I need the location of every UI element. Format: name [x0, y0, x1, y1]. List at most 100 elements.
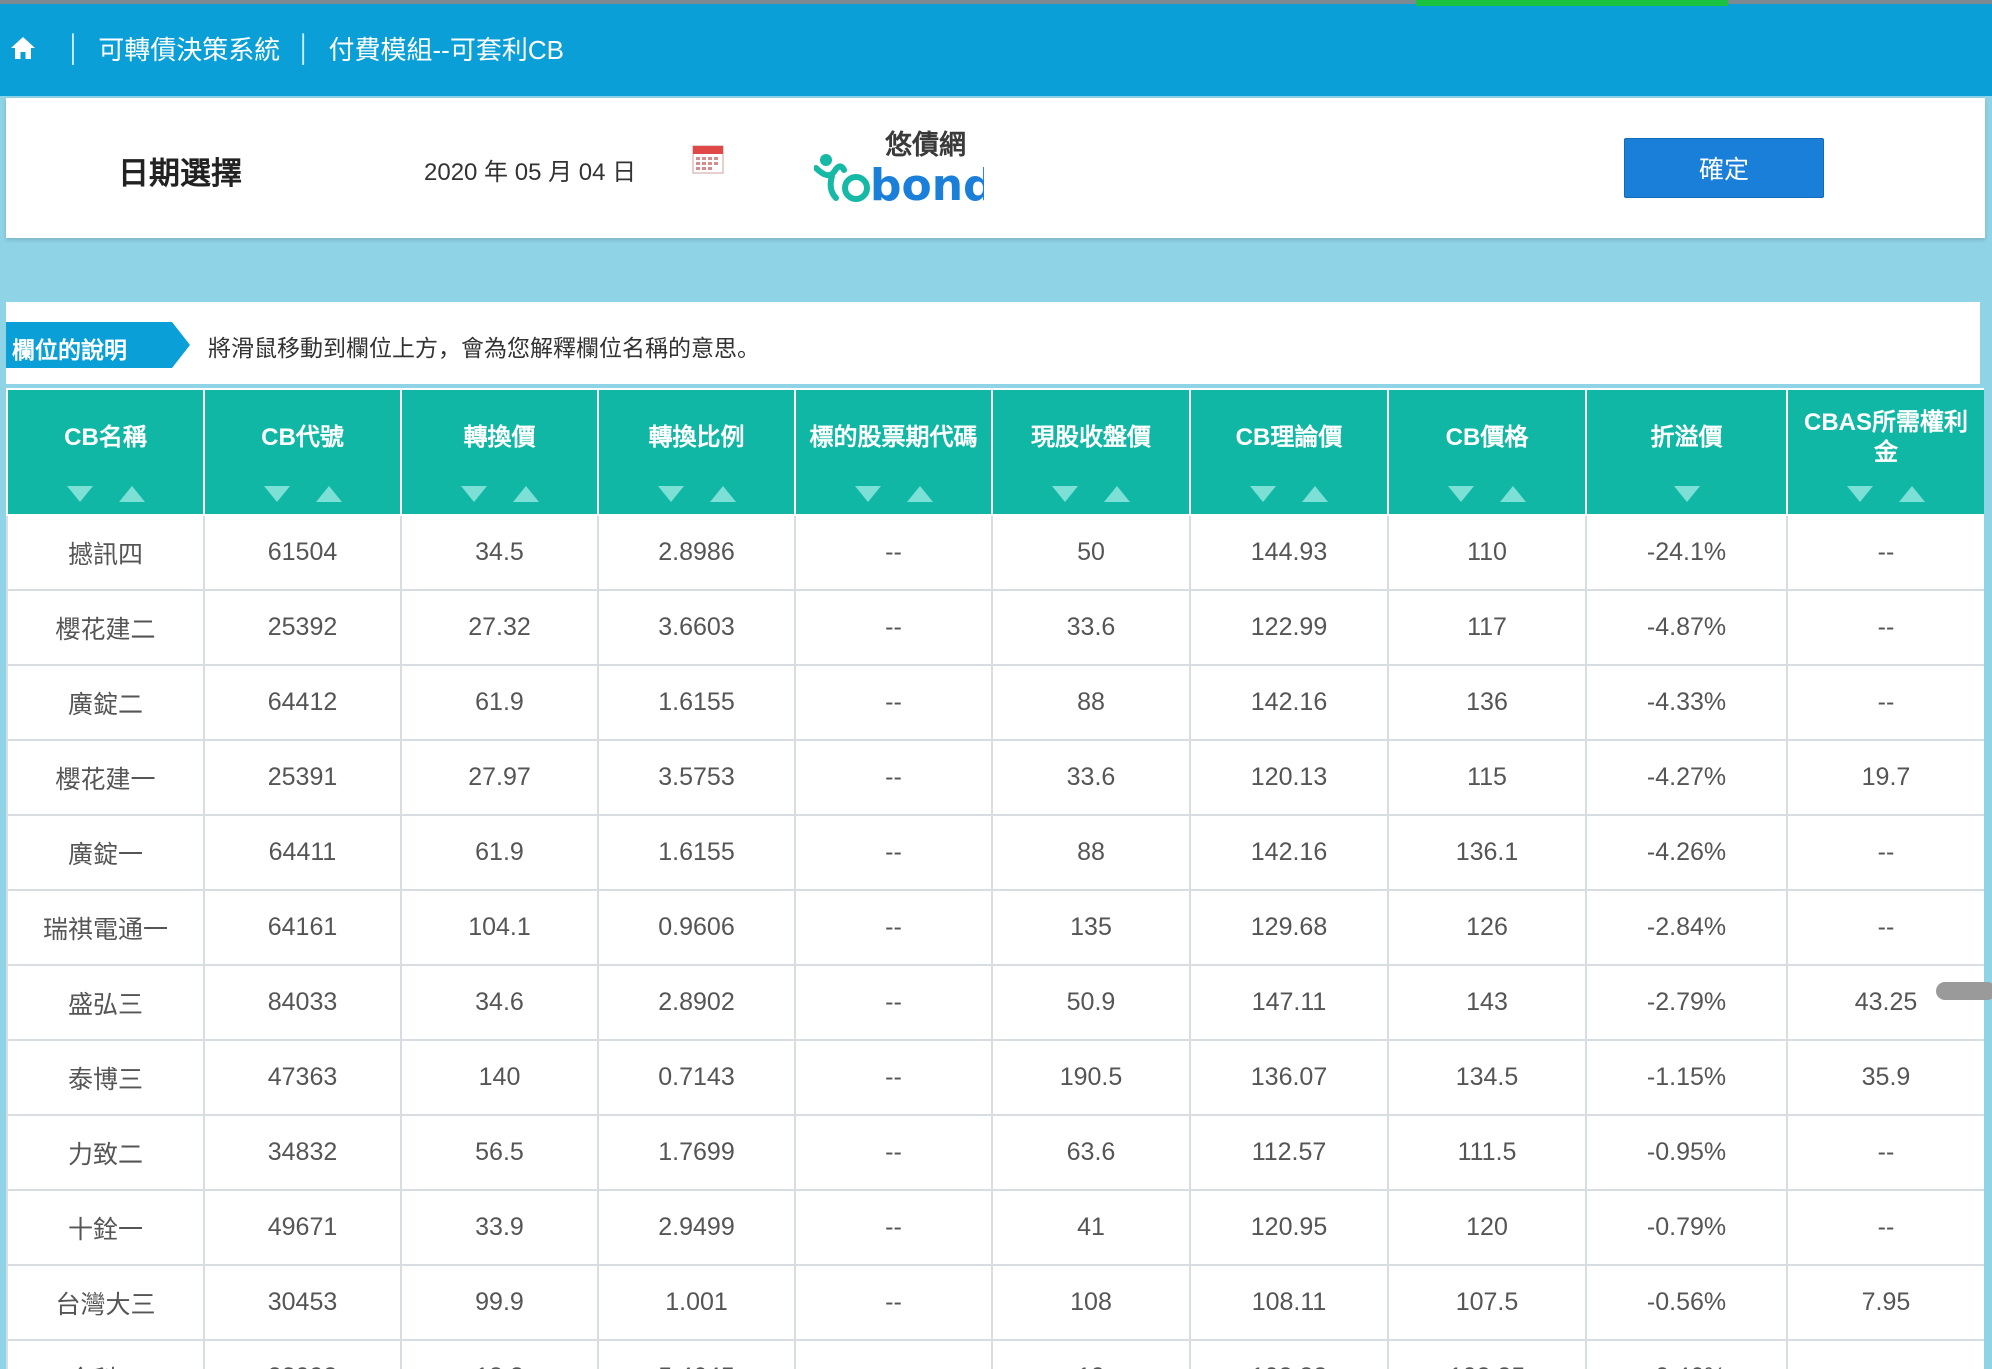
table-cell-stock-futures-code: -- — [794, 514, 993, 591]
field-description-tag: 欄位的說明 — [6, 322, 190, 368]
confirm-button[interactable]: 確定 — [1624, 138, 1824, 198]
calendar-icon[interactable] — [692, 144, 724, 174]
table-cell-conversion-price: 56.5 — [400, 1114, 599, 1191]
sort-descending-icon[interactable] — [1673, 486, 1700, 502]
table-cell-conversion-ratio: 2.8902 — [597, 964, 796, 1041]
table-cell-cb-theoretical-price: 144.93 — [1189, 514, 1389, 591]
sort-ascending-icon[interactable] — [709, 486, 736, 502]
table-cell-cb-code: 64411 — [203, 814, 402, 891]
sort-ascending-icon[interactable] — [1302, 486, 1328, 502]
breadcrumb-item-module[interactable]: 付費模組--可套利CB — [329, 30, 564, 67]
home-icon[interactable] — [6, 31, 40, 65]
table-cell-conversion-ratio: 5.4645 — [597, 1339, 796, 1369]
sort-descending-icon[interactable] — [460, 486, 487, 502]
table-cell-cbas-premium: -- — [1786, 514, 1984, 591]
table-row[interactable]: 台灣大三 30453 99.9 1.001 -- 108 108.11 107.5 -0.56%… — [6, 1264, 1984, 1341]
column-header-cb-price[interactable]: CB價格 — [1387, 388, 1587, 516]
table-cell-cbas-premium: -- — [1786, 664, 1984, 741]
table-cell-cb-theoretical-price: 136.07 — [1189, 1039, 1389, 1116]
column-header-label: 標的股票期代碼 — [809, 424, 978, 451]
table-row[interactable]: 盛弘三 84033 34.6 2.8902 -- 50.9 147.11 143 -2.79% 4… — [6, 964, 1984, 1041]
sort-descending-icon[interactable] — [657, 486, 684, 502]
column-header-premium[interactable]: 折溢價 — [1585, 388, 1788, 516]
sort-ascending-icon[interactable] — [1500, 486, 1526, 502]
sort-ascending-icon[interactable] — [512, 486, 539, 502]
table-cell-cb-name: 十銓一 — [6, 1189, 205, 1266]
sort-descending-icon[interactable] — [263, 486, 290, 502]
scrollbar-handle[interactable] — [1936, 982, 1992, 1000]
column-header-stock-futures-code[interactable]: 標的股票期代碼 — [794, 388, 993, 516]
sort-descending-icon[interactable] — [1052, 486, 1078, 502]
column-header-conversion-ratio[interactable]: 轉換比例 — [597, 388, 796, 516]
sort-descending-icon[interactable] — [1847, 486, 1873, 502]
column-header-stock-close-price[interactable]: 現股收盤價 — [991, 388, 1191, 516]
table-row[interactable]: 全科三3209318.35.4645--19103.83103.35-0.46%… — [6, 1339, 1984, 1369]
column-header-cb-name[interactable]: CB名稱 — [6, 388, 205, 516]
table-cell-premium: -0.56% — [1585, 1264, 1788, 1341]
table-row[interactable]: 十銓一 49671 33.9 2.9499 -- 41 120.95 120 -0.79% -- — [6, 1189, 1984, 1266]
table-cell-cbas-premium: 43.25 — [1786, 964, 1984, 1041]
table-row[interactable]: 廣錠二 64412 61.9 1.6155 -- 88 142.16 136 -4.33% -- — [6, 664, 1984, 741]
table-cell-stock-futures-code: -- — [794, 1264, 993, 1341]
table-cell-cb-name: 全科三 — [6, 1339, 205, 1369]
table-row[interactable]: 撼訊四 61504 34.5 2.8986 -- 50 144.93 110 -24.1% -- — [6, 514, 1984, 591]
column-header-cb-theoretical-price[interactable]: CB理論價 — [1189, 388, 1389, 516]
table-row[interactable]: 力致二 34832 56.5 1.7699 -- 63.6 112.57 111.5 -0.95… — [6, 1114, 1984, 1191]
table-cell-cb-price: 134.5 — [1387, 1039, 1587, 1116]
table-cell-cbas-premium: -- — [1786, 1114, 1984, 1191]
table-cell-stock-close-price: 108 — [991, 1264, 1191, 1341]
table-cell-conversion-price: 18.3 — [400, 1339, 599, 1369]
table-cell-cbas-premium: 7.95 — [1786, 1264, 1984, 1341]
table-cell-cb-price: 136.1 — [1387, 814, 1587, 891]
table-row[interactable]: 櫻花建二 25392 27.32 3.6603 -- 33.6 122.99 117 -4.87… — [6, 589, 1984, 666]
sort-descending-icon[interactable] — [1448, 486, 1474, 502]
sort-ascending-icon[interactable] — [1104, 486, 1130, 502]
sort-ascending-icon[interactable] — [315, 486, 342, 502]
column-header-label: CB代號 — [261, 424, 344, 451]
table-cell-cb-theoretical-price: 122.99 — [1189, 589, 1389, 666]
table-cell-cb-price: 110 — [1387, 514, 1587, 591]
sort-ascending-icon[interactable] — [906, 486, 933, 502]
table-row[interactable]: 廣錠一 64411 61.9 1.6155 -- 88 142.16 136.1 -4.26% -… — [6, 814, 1984, 891]
table-cell-stock-close-price: 63.6 — [991, 1114, 1191, 1191]
table-cell-conversion-price: 34.5 — [400, 514, 599, 591]
table-cell-cb-price: 103.35 — [1387, 1339, 1587, 1369]
table-cell-cb-code: 47363 — [203, 1039, 402, 1116]
table-cell-cb-code: 25391 — [203, 739, 402, 816]
table-cell-stock-futures-code: -- — [794, 964, 993, 1041]
table-cell-conversion-ratio: 3.6603 — [597, 589, 796, 666]
table-cell-cb-price: 107.5 — [1387, 1264, 1587, 1341]
column-header-label: CB價格 — [1445, 424, 1529, 451]
date-field[interactable]: 2020 年 05 月 04 日 — [424, 152, 636, 187]
sort-controls — [8, 486, 203, 502]
column-header-conversion-price[interactable]: 轉換價 — [400, 388, 599, 516]
table-row[interactable]: 瑞祺電通一 64161 104.1 0.9606 -- 135 129.68 126 -2.84… — [6, 889, 1984, 966]
column-header-cb-code[interactable]: CB代號 — [203, 388, 402, 516]
top-navigation-bar: │ 可轉債決策系統 │ 付費模組--可套利CB — [0, 0, 1992, 96]
breadcrumb-item-system[interactable]: 可轉債決策系統 — [98, 30, 280, 67]
table-cell-cb-code: 32093 — [203, 1339, 402, 1369]
table-cell-stock-close-price: 33.6 — [991, 589, 1191, 666]
sort-descending-icon[interactable] — [66, 486, 93, 502]
column-header-cbas-premium[interactable]: CBAS所需權利金 — [1786, 388, 1984, 516]
table-cell-cbas-premium: 35.9 — [1786, 1039, 1984, 1116]
table-cell-premium: -4.26% — [1585, 814, 1788, 891]
table-row[interactable]: 泰博三 47363 140 0.7143 -- 190.5 136.07 134.5 -1.15… — [6, 1039, 1984, 1116]
table-cell-cb-code: 25392 — [203, 589, 402, 666]
sort-controls — [1788, 486, 1984, 502]
sort-descending-icon[interactable] — [854, 486, 881, 502]
table-cell-cb-theoretical-price: 120.13 — [1189, 739, 1389, 816]
table-cell-conversion-ratio: 3.5753 — [597, 739, 796, 816]
table-cell-cbas-premium: -- — [1786, 889, 1984, 966]
column-header-label: 現股收盤價 — [1031, 424, 1151, 451]
sort-descending-icon[interactable] — [1250, 486, 1276, 502]
table-row[interactable]: 櫻花建一 25391 27.97 3.5753 -- 33.6 120.13 115 -4.27… — [6, 739, 1984, 816]
table-cell-premium: -1.15% — [1585, 1039, 1788, 1116]
sort-ascending-icon[interactable] — [1899, 486, 1925, 502]
sort-ascending-icon[interactable] — [118, 486, 145, 502]
table-cell-stock-close-price: 135 — [991, 889, 1191, 966]
table-cell-cb-price: 126 — [1387, 889, 1587, 966]
table-cell-cb-name: 台灣大三 — [6, 1264, 205, 1341]
table-cell-conversion-ratio: 2.9499 — [597, 1189, 796, 1266]
table-cell-cb-price: 136 — [1387, 664, 1587, 741]
